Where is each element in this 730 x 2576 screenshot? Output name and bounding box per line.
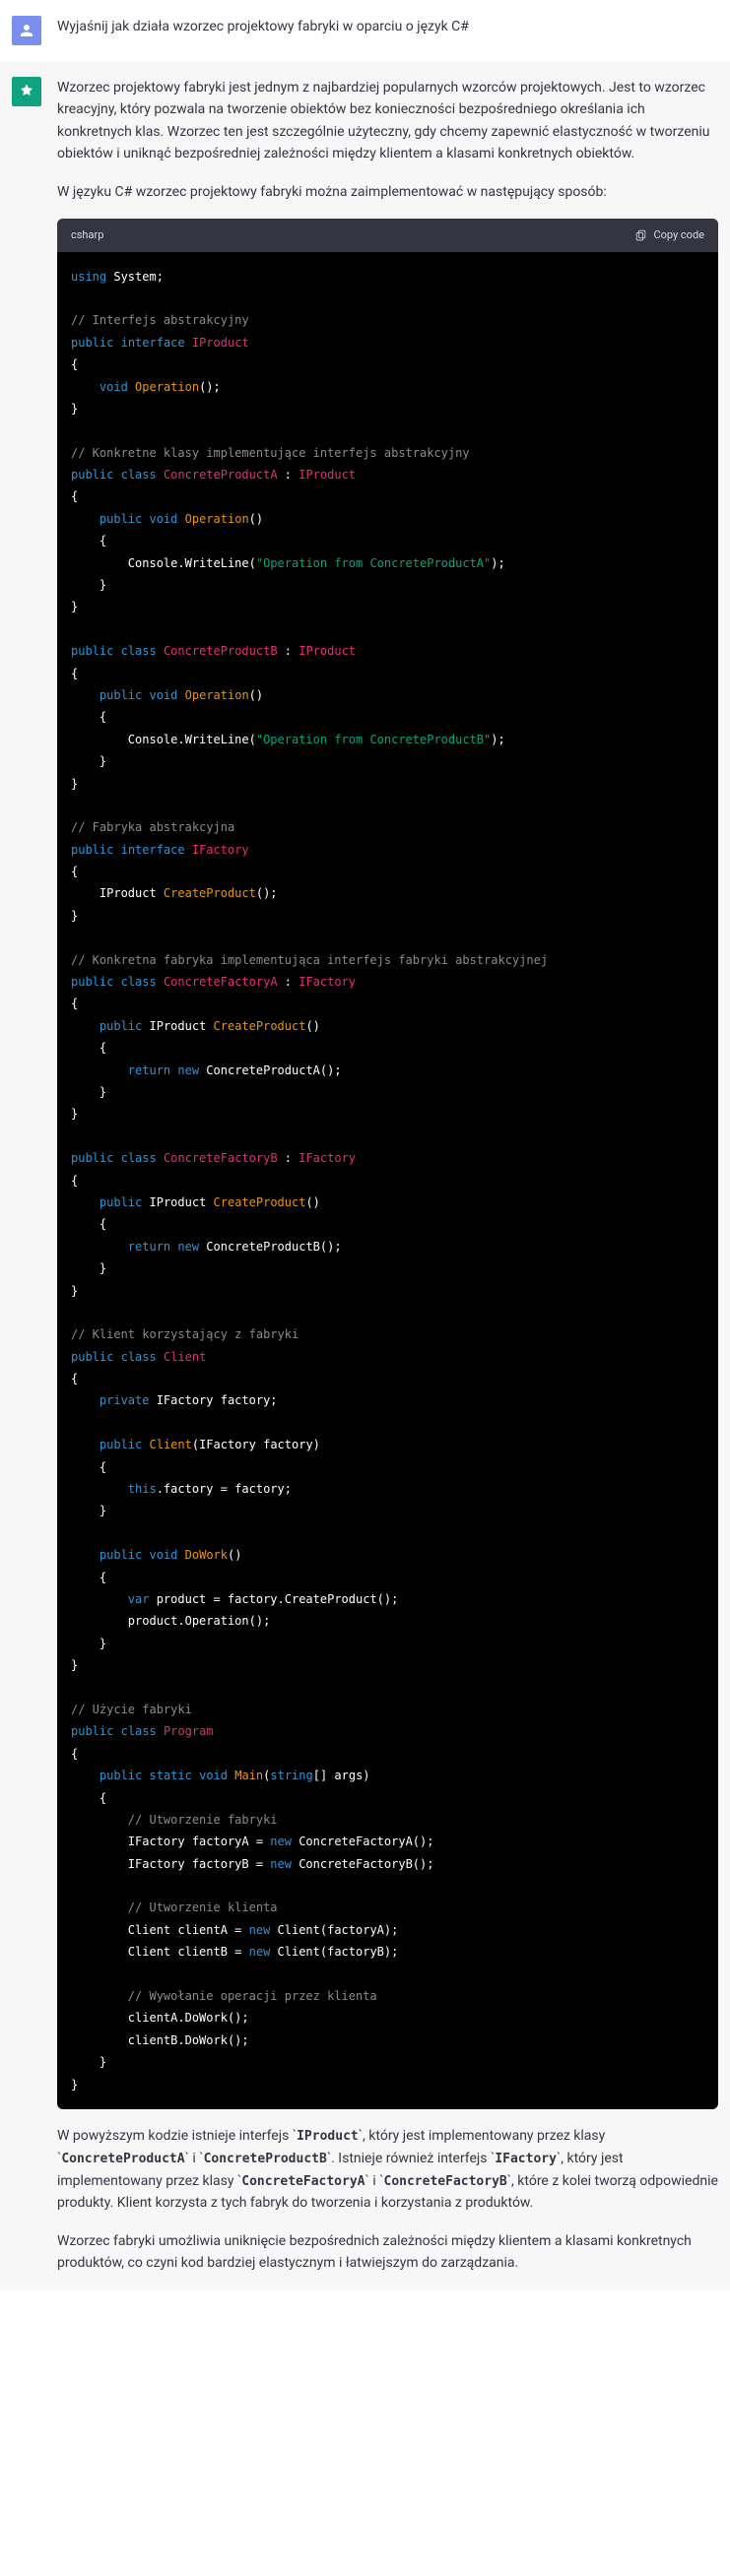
- person-icon: [18, 22, 35, 39]
- assistant-logo-icon: [18, 83, 35, 100]
- inline-code: ConcreteProductB: [204, 2152, 327, 2166]
- clipboard-icon: [634, 228, 647, 241]
- user-content: Wyjaśnij jak działa wzorzec projektowy f…: [57, 16, 718, 45]
- user-avatar: [12, 16, 41, 45]
- copy-code-label: Copy code: [653, 226, 704, 244]
- inline-code: ConcreteFactoryB: [384, 2174, 507, 2189]
- user-prompt-text: Wyjaśnij jak działa wzorzec projektowy f…: [57, 16, 718, 37]
- user-message: Wyjaśnij jak działa wzorzec projektowy f…: [0, 0, 730, 61]
- assistant-avatar: [12, 77, 41, 106]
- outro-paragraph-1: W powyższym kodzie istnieje interfejs `I…: [57, 2125, 718, 2215]
- intro-paragraph-1: Wzorzec projektowy fabryki jest jednym z…: [57, 77, 718, 165]
- copy-code-button[interactable]: Copy code: [634, 226, 704, 244]
- inline-code: ConcreteFactoryA: [241, 2174, 365, 2189]
- code-language-label: csharp: [71, 226, 103, 244]
- inline-code: IFactory: [495, 2152, 557, 2166]
- code-block: csharp Copy code using System; // Interf…: [57, 219, 718, 2109]
- assistant-content: Wzorzec projektowy fabryki jest jednym z…: [57, 77, 718, 2275]
- inline-code: IProduct: [297, 2129, 359, 2144]
- code-content: using System; // Interfejs abstrakcyjny …: [71, 270, 548, 2092]
- intro-paragraph-2: W języku C# wzorzec projektowy fabryki m…: [57, 181, 718, 203]
- inline-code: ConcreteProductA: [61, 2152, 184, 2166]
- assistant-message: Wzorzec projektowy fabryki jest jednym z…: [0, 61, 730, 2290]
- outro-paragraph-2: Wzorzec fabryki umożliwia uniknięcie bez…: [57, 2230, 718, 2275]
- code-header: csharp Copy code: [57, 219, 718, 252]
- code-pre: using System; // Interfejs abstrakcyjny …: [57, 252, 718, 2109]
